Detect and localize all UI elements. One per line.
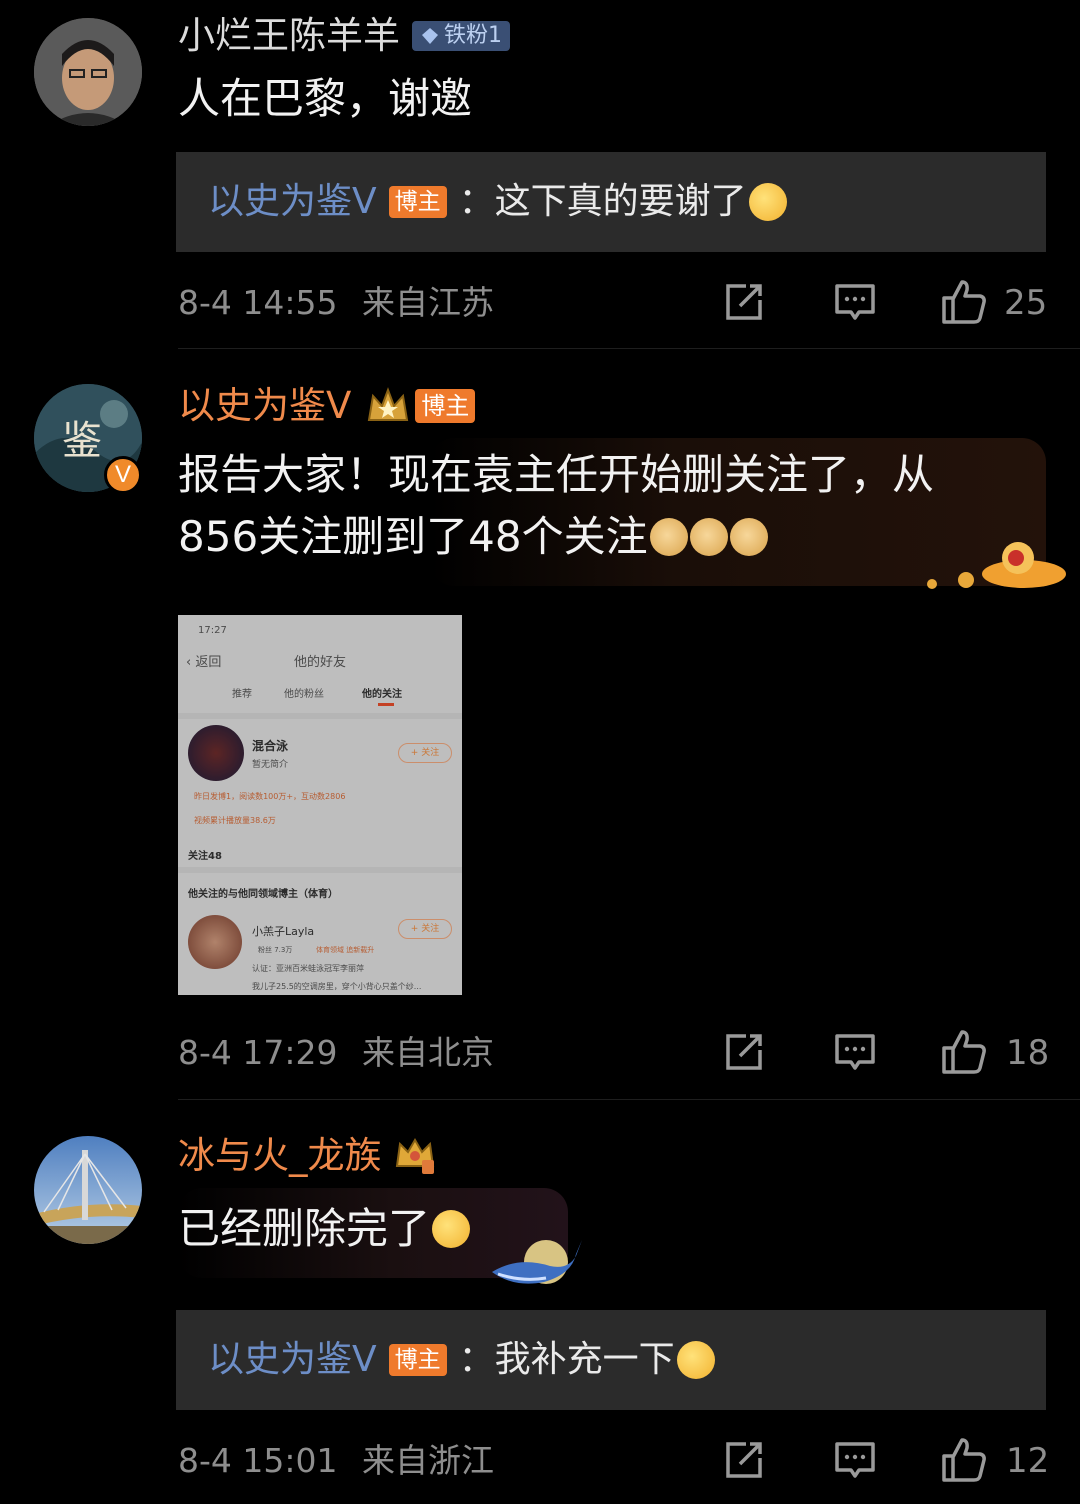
reply-separator: ： (458, 1339, 495, 1380)
thinking-emoji-icon (676, 1341, 715, 1379)
comment-item: 鉴 V 以史为鉴V 博主 报告大家！现在袁主任开始删关注了，从 856关注删到了… (0, 350, 1080, 1100)
username[interactable]: 冰与火_龙族 (178, 1134, 436, 1178)
comment-location: 来自江苏 (362, 283, 494, 322)
comment-text: 报告大家！现在袁主任开始删关注了，从 856关注删到了48个关注 (178, 444, 934, 568)
screenshot-dim-overlay (178, 615, 462, 995)
comment-text-line: 报告大家！现在袁主任开始删关注了，从 (178, 450, 935, 499)
blogger-tag: 博主 (415, 389, 476, 423)
share-icon[interactable] (722, 1438, 766, 1482)
blogger-tag: 博主 (388, 1344, 447, 1376)
comment-text: 人在巴黎，谢邀 (178, 74, 473, 123)
reply-box[interactable]: 以史为鉴V 博主 ： 这下真的要谢了 (176, 152, 1046, 252)
avatar[interactable] (34, 1136, 142, 1244)
like-count: 25 (1004, 283, 1048, 323)
comment-icon[interactable] (833, 280, 877, 324)
comment-location: 来自北京 (362, 1033, 494, 1072)
username-text[interactable]: 冰与火_龙族 (178, 1134, 382, 1178)
comment-meta: 8-4 14:55 来自江苏 (178, 283, 494, 323)
comment-icon[interactable] (833, 1030, 877, 1074)
shush-emoji-icon (432, 1210, 471, 1248)
comment-date: 8-4 15:01 (178, 1441, 338, 1480)
ufo-decoration-icon (927, 542, 1066, 589)
like-icon[interactable] (940, 1028, 988, 1076)
comment-date: 8-4 17:29 (178, 1033, 338, 1072)
reply-separator: ： (458, 181, 495, 222)
comment-item: 冰与火_龙族 已经删除完了 以史为鉴V 博主 ： 我补充一下 8-4 15:01… (0, 1100, 1080, 1504)
share-icon[interactable] (722, 280, 766, 324)
comment-text: 已经删除完了 (178, 1198, 471, 1260)
doge-emoji-icon (689, 518, 728, 556)
like-count: 12 (1006, 1441, 1050, 1481)
verified-badge-icon: V (104, 456, 142, 494)
blogger-tag: 博主 (388, 186, 447, 218)
crown-icon (368, 387, 409, 421)
username-text[interactable]: 小烂王陈羊羊 (178, 14, 400, 58)
share-icon[interactable] (722, 1030, 766, 1074)
reply-username[interactable]: 以史为鉴V (208, 180, 377, 224)
divider (178, 348, 1080, 349)
avatar-image (34, 18, 142, 126)
username[interactable]: 小烂王陈羊羊 铁粉1 (178, 14, 510, 58)
reply-username[interactable]: 以史为鉴V (208, 1338, 377, 1382)
comment-meta: 8-4 17:29 来自北京 (178, 1033, 494, 1073)
comment-meta: 8-4 15:01 来自浙江 (178, 1441, 494, 1481)
username-text[interactable]: 以史为鉴V (178, 384, 351, 428)
thinking-emoji-icon (748, 183, 787, 221)
whale-decoration-icon (492, 1240, 582, 1284)
comment-icon[interactable] (833, 1438, 877, 1482)
doge-emoji-icon (729, 518, 768, 556)
fan-badge: 铁粉1 (412, 21, 510, 51)
comment-text-line: 856关注删到了48个关注 (178, 506, 934, 568)
username[interactable]: 以史为鉴V 博主 (178, 384, 487, 428)
reply-text: 这下真的要谢了 (494, 181, 747, 222)
diamond-icon (422, 28, 438, 44)
comment-location: 来自浙江 (362, 1441, 494, 1480)
like-icon[interactable] (940, 278, 988, 326)
reply-box[interactable]: 以史为鉴V 博主 ： 我补充一下 (176, 1310, 1046, 1410)
svg-text:鉴: 鉴 (62, 418, 102, 464)
like-icon[interactable] (940, 1436, 988, 1484)
crown-level-icon (395, 1138, 434, 1174)
comment-item: 小烂王陈羊羊 铁粉1 人在巴黎，谢邀 以史为鉴V 博主 ： 这下真的要谢了 8-… (0, 0, 1080, 350)
avatar[interactable] (34, 18, 142, 126)
like-count: 18 (1006, 1033, 1050, 1073)
comment-date: 8-4 14:55 (178, 283, 338, 322)
avatar-image (34, 1136, 142, 1244)
reply-text: 我补充一下 (494, 1339, 675, 1380)
doge-emoji-icon (649, 518, 688, 556)
attached-screenshot[interactable]: 17:27 ‹ 返回 他的好友 推荐 他的粉丝 他的关注 混合泳 暂无简介 + … (178, 615, 462, 995)
